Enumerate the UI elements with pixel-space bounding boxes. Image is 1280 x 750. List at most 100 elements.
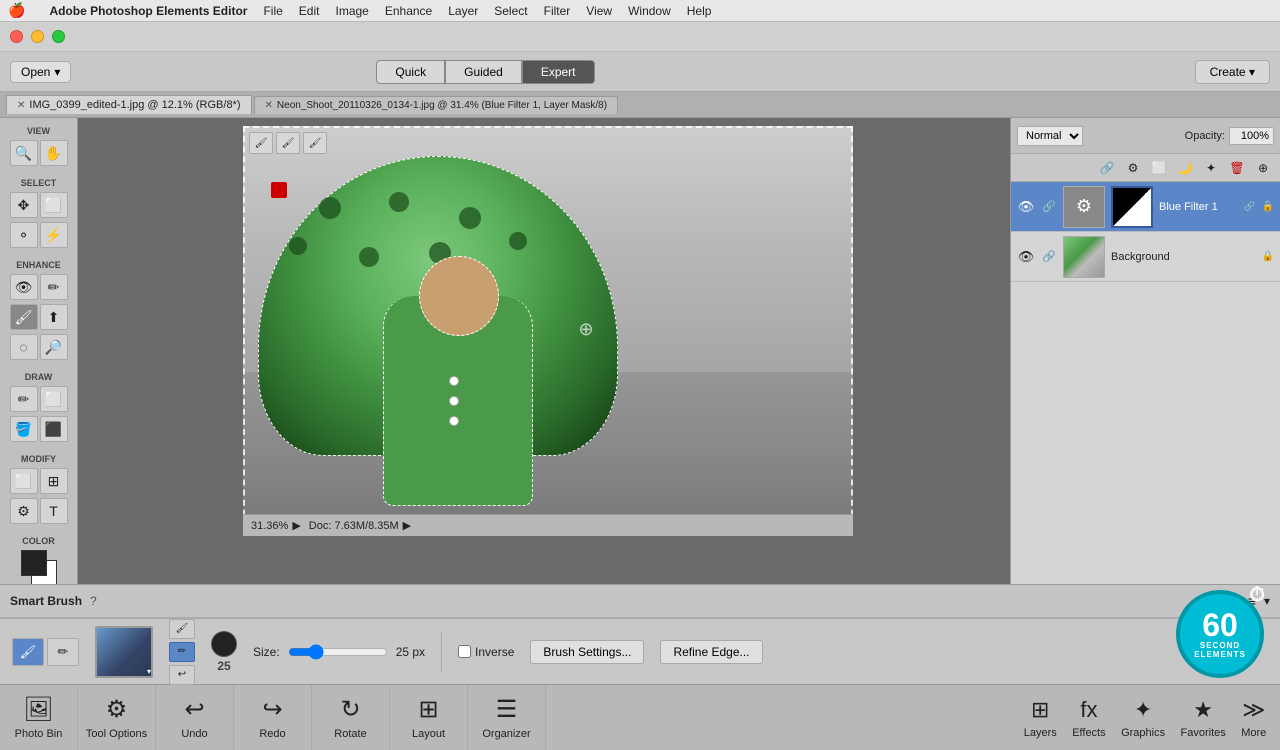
- mode-guided[interactable]: Guided: [445, 60, 522, 84]
- layer-adj-btn[interactable]: 🌙: [1174, 158, 1196, 178]
- select-tools: ✥ ⬜: [10, 192, 68, 218]
- layer-row-background[interactable]: 👁 🔗 Background 🔒: [1011, 232, 1280, 282]
- eye-tool[interactable]: 👁: [10, 274, 38, 300]
- minimize-button[interactable]: [31, 30, 44, 43]
- size-slider[interactable]: [288, 644, 388, 660]
- marquee-tool[interactable]: ⬜: [40, 192, 68, 218]
- maximize-button[interactable]: [52, 30, 65, 43]
- canvas-tool-3[interactable]: 🖌: [303, 132, 327, 154]
- move-tool[interactable]: ✥: [10, 192, 38, 218]
- tab-close-2[interactable]: ✕: [265, 100, 273, 111]
- mode-expert[interactable]: Expert: [522, 60, 595, 84]
- rotate-tool[interactable]: ↻ Rotate: [312, 685, 390, 750]
- blur-tool[interactable]: ◌: [10, 334, 38, 360]
- canvas-tool-2[interactable]: 🖌: [276, 132, 300, 154]
- effects-bottom-btn[interactable]: fx Effects: [1072, 697, 1105, 739]
- paint-bucket-tool[interactable]: 🪣: [10, 416, 38, 442]
- layer-2-lock[interactable]: 🔗: [1041, 249, 1057, 265]
- layer-1-lock[interactable]: 🔗: [1041, 199, 1057, 215]
- help-icon[interactable]: ?: [90, 594, 97, 608]
- inverse-checkbox[interactable]: [458, 645, 471, 658]
- tab-close-1[interactable]: ✕: [17, 100, 25, 111]
- inverse-label: Inverse: [475, 645, 514, 659]
- close-button[interactable]: [10, 30, 23, 43]
- layer-link-btn[interactable]: 🔗: [1096, 158, 1118, 178]
- smart-brush-tool[interactable]: 🖌: [10, 304, 38, 330]
- brush-settings-button[interactable]: Brush Settings...: [530, 640, 644, 664]
- menu-help[interactable]: Help: [687, 4, 712, 18]
- layer-mask-btn[interactable]: ⬜: [1148, 158, 1170, 178]
- layer-2-visibility[interactable]: 👁: [1017, 248, 1035, 266]
- menu-window[interactable]: Window: [628, 4, 671, 18]
- opacity-input[interactable]: [1229, 127, 1274, 145]
- photo-bin-label: Photo Bin: [15, 728, 63, 740]
- organizer-tool[interactable]: ☰ Organizer: [468, 685, 546, 750]
- mode-quick[interactable]: Quick: [376, 60, 445, 84]
- favorites-icon: ★: [1193, 697, 1213, 723]
- menu-image[interactable]: Image: [335, 4, 368, 18]
- menu-layer[interactable]: Layer: [448, 4, 478, 18]
- photo-bin-tool[interactable]: 🖼 Photo Bin: [0, 685, 78, 750]
- brush-sub-2[interactable]: ✏: [169, 642, 195, 662]
- healing-tool[interactable]: ✏: [40, 274, 68, 300]
- shape-tool[interactable]: ⬛: [40, 416, 68, 442]
- open-button[interactable]: Open ▾: [10, 61, 71, 83]
- sharpen-tool[interactable]: 🔎: [40, 334, 68, 360]
- recompose-tool[interactable]: ⊞: [40, 468, 68, 494]
- brush-tool[interactable]: ✏: [10, 386, 38, 412]
- menu-edit[interactable]: Edit: [299, 4, 320, 18]
- redo-tool[interactable]: ↪ Redo: [234, 685, 312, 750]
- menu-view[interactable]: View: [586, 4, 612, 18]
- layer-style-btn[interactable]: ✦: [1200, 158, 1222, 178]
- layer-filter-btn[interactable]: ⚙: [1122, 158, 1144, 178]
- create-button[interactable]: Create ▾: [1195, 60, 1270, 84]
- menu-filter[interactable]: Filter: [544, 4, 571, 18]
- layer-delete-btn[interactable]: 🗑: [1226, 158, 1248, 178]
- layer-1-visibility[interactable]: 👁: [1017, 198, 1035, 216]
- filter-preview[interactable]: ▾: [95, 626, 153, 678]
- eraser-tool[interactable]: ⬜: [40, 386, 68, 412]
- tab-img0399[interactable]: ✕ IMG_0399_edited-1.jpg @ 12.1% (RGB/8*): [6, 95, 252, 114]
- layout-tool[interactable]: ⊞ Layout: [390, 685, 468, 750]
- hand-tool[interactable]: ✋: [40, 140, 68, 166]
- menu-select[interactable]: Select: [494, 4, 527, 18]
- effects-icon: fx: [1080, 697, 1097, 723]
- more-bottom-btn[interactable]: ≫ More: [1241, 697, 1266, 739]
- canvas[interactable]: ⊕ 🖌 🖌 🖌: [243, 126, 853, 536]
- layer-2-thumb: [1063, 236, 1105, 278]
- magic-wand-tool[interactable]: ⚡: [40, 222, 68, 248]
- graphics-bottom-btn[interactable]: ✦ Graphics: [1121, 697, 1165, 739]
- smart-brush-btn[interactable]: 🖌: [12, 638, 44, 666]
- foreground-color-swatch[interactable]: [21, 550, 47, 576]
- lasso-tool[interactable]: ⚬: [10, 222, 38, 248]
- canvas-tool-1[interactable]: 🖌: [249, 132, 273, 154]
- undo-tool[interactable]: ↩ Undo: [156, 685, 234, 750]
- layer-new-btn[interactable]: ⊕: [1252, 158, 1274, 178]
- doc-arrow[interactable]: ▶: [403, 519, 411, 532]
- canvas-mini-tools: 🖌 🖌 🖌: [249, 132, 327, 154]
- layer-row-blue-filter[interactable]: 👁 🔗 ⚙ Blue Filter 1 🔗 🔒: [1011, 182, 1280, 232]
- crop-tool[interactable]: ⬜: [10, 468, 38, 494]
- sixty-second-badge[interactable]: ⏱ 60 SECOND ELEMENTS: [1176, 590, 1276, 690]
- tab-neon-shoot[interactable]: ✕ Neon_Shoot_20110326_0134-1.jpg @ 31.4%…: [254, 96, 619, 114]
- brush-sub-1[interactable]: 🖌: [169, 619, 195, 639]
- type-tool[interactable]: T: [40, 498, 68, 524]
- refine-edge-button[interactable]: Refine Edge...: [660, 640, 762, 664]
- layer-1-extra-icon: 🔒: [1262, 201, 1274, 212]
- menu-enhance[interactable]: Enhance: [385, 4, 432, 18]
- left-toolbar: VIEW 🔍 ✋ SELECT ✥ ⬜ ⚬ ⚡ ENHANCE 👁 ✏ 🖌 ⬆ …: [0, 118, 78, 584]
- brush-sub-3[interactable]: ↩: [169, 665, 195, 685]
- clone-tool[interactable]: ⬆: [40, 304, 68, 330]
- straighten-tool[interactable]: ⚙: [10, 498, 38, 524]
- zoom-tool[interactable]: 🔍: [10, 140, 38, 166]
- color-swatches[interactable]: [21, 550, 57, 584]
- layers-bottom-btn[interactable]: ⊞ Layers: [1024, 697, 1057, 739]
- favorites-bottom-btn[interactable]: ★ Favorites: [1181, 697, 1226, 739]
- canvas-triangle[interactable]: ▶: [292, 519, 300, 532]
- apple-menu[interactable]: 🍎: [8, 2, 25, 19]
- menu-file[interactable]: File: [263, 4, 282, 18]
- brush-circle[interactable]: [211, 631, 237, 657]
- tool-options-tool[interactable]: ⚙ Tool Options: [78, 685, 156, 750]
- detail-smart-brush-btn[interactable]: ✏: [47, 638, 79, 666]
- blend-mode-select[interactable]: Normal: [1017, 126, 1083, 146]
